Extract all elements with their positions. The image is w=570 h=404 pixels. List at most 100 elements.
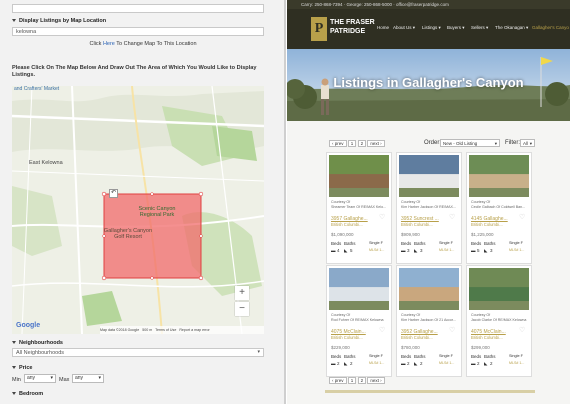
- property-type: Single F: [439, 354, 453, 358]
- location-section-header[interactable]: Display Listings by Map Location: [12, 18, 106, 24]
- chevron-down-icon: ▾: [257, 349, 260, 355]
- heart-icon[interactable]: ♡: [449, 213, 455, 221]
- baths-label: Baths: [414, 354, 426, 359]
- nav-okanagan[interactable]: The Okanagan ▾: [495, 25, 528, 31]
- bed-icon: ▬: [471, 248, 476, 253]
- courtesy-label: Courtesy Of: [331, 200, 351, 204]
- baths-label: Baths: [484, 241, 496, 246]
- bath-icon: ◣: [484, 361, 488, 366]
- max-price-select[interactable]: any ▾: [72, 374, 104, 383]
- listing-photo[interactable]: [329, 268, 389, 310]
- draw-area-map[interactable]: ↶ and Crafters' Market East Kelowna Scen…: [12, 86, 264, 334]
- listing-card[interactable]: Courtesy Of Rod Fuhrer Of RE/MAX Kelowna 4…: [326, 265, 392, 377]
- mls-id: MLS# 1...: [439, 248, 455, 252]
- listing-card[interactable]: Courtesy Of Kim Harber Jackson Of RE/MAX.…: [396, 152, 462, 264]
- listing-photo[interactable]: [399, 268, 459, 310]
- beds-value: 2: [337, 361, 340, 366]
- page-1-button-bottom[interactable]: 1: [347, 377, 357, 384]
- beds-label: Beds: [401, 354, 412, 359]
- property-type: Single F: [369, 354, 383, 358]
- listing-city: British Columbi...: [401, 335, 433, 340]
- baths-label: Baths: [484, 354, 496, 359]
- listing-photo[interactable]: [469, 268, 529, 310]
- collapse-triangle-icon: [12, 341, 16, 345]
- beds-value: 3: [407, 248, 410, 253]
- logo-text-top: THE FRASER: [330, 19, 375, 26]
- footer-bar: [325, 390, 535, 393]
- heart-icon[interactable]: ♡: [519, 213, 525, 221]
- office-label: Rod Fuhrer Of RE/MAX Kelowna: [331, 318, 384, 322]
- next-button[interactable]: next ›: [367, 140, 385, 147]
- page-2-button[interactable]: 2: [357, 140, 367, 147]
- neighbourhoods-select[interactable]: All Neighbourhoods ▾: [12, 348, 264, 357]
- bed-icon: ▬: [401, 248, 406, 253]
- nav-sellers[interactable]: Sellers ▾: [471, 25, 488, 31]
- office-label: Kim Harber Jackson Of 21 Accor...: [401, 318, 456, 322]
- hero-title: Listings in Gallagher's Canyon: [333, 75, 524, 90]
- filter-select[interactable]: All ▾: [520, 139, 535, 147]
- nav-listings[interactable]: Listings ▾: [422, 25, 441, 31]
- next-button-bottom[interactable]: next ›: [367, 377, 385, 384]
- nav-gallaghers[interactable]: Gallagher's Canyo: [532, 25, 569, 30]
- top-empty-field[interactable]: [12, 4, 264, 13]
- beds-value: 2: [407, 361, 410, 366]
- location-input[interactable]: kelowna: [12, 27, 264, 36]
- courtesy-label: Courtesy Of: [471, 200, 491, 204]
- bath-icon: ◣: [414, 248, 418, 253]
- heart-icon[interactable]: ♡: [379, 213, 385, 221]
- heart-icon[interactable]: ♡: [379, 326, 385, 334]
- here-link[interactable]: Here: [103, 41, 115, 47]
- baths-label: Baths: [414, 241, 426, 246]
- listing-city: British Columbi...: [331, 335, 363, 340]
- heart-icon[interactable]: ♡: [519, 326, 525, 334]
- courtesy-label: Courtesy Of: [331, 313, 351, 317]
- logo-icon[interactable]: P: [311, 17, 327, 41]
- listing-city: British Columbi...: [471, 222, 503, 227]
- listing-card[interactable]: Courtesy Of Cecile Galbach Of Coldwell Ba…: [466, 152, 532, 264]
- pager-bottom: ‹ prev 1 2 next ›: [329, 377, 385, 384]
- beds-label: Beds: [331, 241, 342, 246]
- neighbourhoods-section-header[interactable]: Neighbourhoods: [12, 340, 63, 346]
- site-header: P THE FRASER PATRIDGE Home About Us ▾ Li…: [287, 9, 570, 49]
- map-instructions: Please Click On The Map Below And Draw O…: [12, 65, 257, 78]
- bedroom-section-header[interactable]: Bedroom: [12, 391, 43, 397]
- baths-value: 2: [420, 361, 423, 366]
- listing-card[interactable]: Courtesy Of Kim Harber Jackson Of 21 Acco…: [396, 265, 462, 377]
- listing-city: British Columbi...: [471, 335, 503, 340]
- property-type: Single F: [509, 241, 523, 245]
- listing-photo[interactable]: [399, 155, 459, 197]
- website-preview: Carry: 250-868-7394 · George: 250-868-50…: [287, 0, 570, 404]
- baths-label: Baths: [344, 241, 356, 246]
- mls-id: MLS# 1...: [369, 361, 385, 365]
- nav-about[interactable]: About Us ▾: [393, 25, 415, 31]
- zoom-in-button[interactable]: +: [235, 286, 249, 300]
- baths-value: 3: [490, 248, 493, 253]
- page-1-button[interactable]: 1: [347, 140, 357, 147]
- nav-buyers[interactable]: Buyers ▾: [447, 25, 465, 31]
- price-section-header[interactable]: Price: [12, 365, 32, 371]
- mls-id: MLS# 1...: [509, 248, 525, 252]
- order-select[interactable]: New - Old Listing ▾: [440, 139, 500, 147]
- undo-icon[interactable]: ↶: [109, 189, 118, 198]
- page-2-button-bottom[interactable]: 2: [357, 377, 367, 384]
- heart-icon[interactable]: ♡: [449, 326, 455, 334]
- prev-button-bottom[interactable]: ‹ prev: [329, 377, 347, 384]
- min-price-select[interactable]: any ▾: [24, 374, 56, 383]
- hero-banner: Listings in Gallagher's Canyon: [287, 49, 570, 121]
- beds-value: 4: [337, 248, 340, 253]
- map-label-east-kelowna: East Kelowna: [29, 160, 63, 166]
- min-label: Min: [12, 377, 21, 383]
- prev-button[interactable]: ‹ prev: [329, 140, 347, 147]
- nav-home[interactable]: Home: [377, 25, 389, 30]
- listing-card[interactable]: Courtesy Of Jacob Clarke Of RE/MAX Kelown…: [466, 265, 532, 377]
- beds-label: Beds: [401, 241, 412, 246]
- property-type: Single F: [439, 241, 453, 245]
- listing-card[interactable]: Courtesy Of Sheamer Team Of RE/MAX Kelo..…: [326, 152, 392, 264]
- listing-photo[interactable]: [329, 155, 389, 197]
- zoom-out-button[interactable]: −: [235, 302, 249, 316]
- bath-icon: ◣: [484, 248, 488, 253]
- listing-photo[interactable]: [469, 155, 529, 197]
- bath-icon: ◣: [344, 361, 348, 366]
- beds-label: Beds: [471, 241, 482, 246]
- mls-id: MLS# 1...: [439, 361, 455, 365]
